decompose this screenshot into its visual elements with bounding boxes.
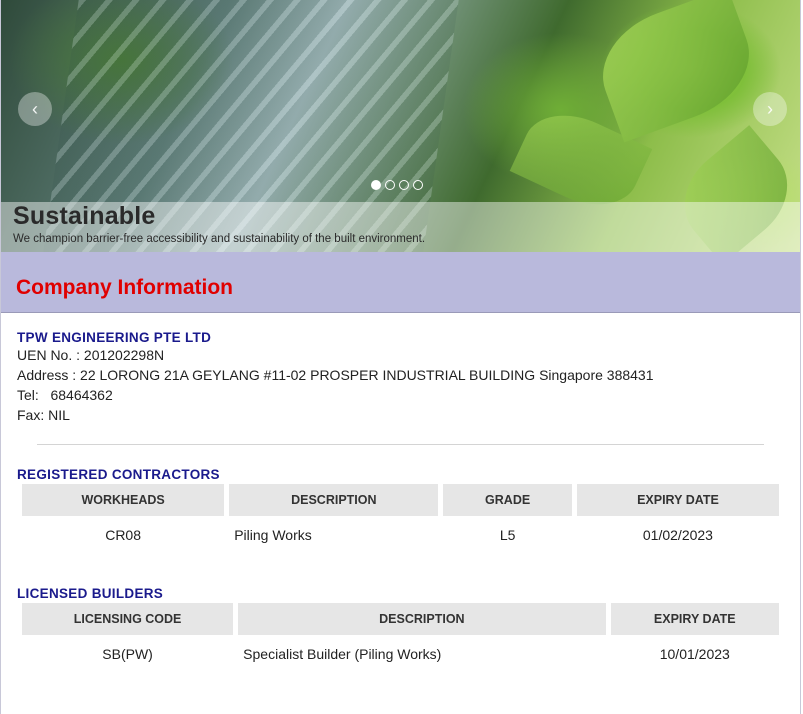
licensed-builders-heading: LICENSED BUILDERS [17, 586, 164, 601]
carousel-dot-4[interactable] [413, 180, 423, 190]
registered-contractors-heading: REGISTERED CONTRACTORS [17, 467, 220, 482]
table-header-row: WORKHEADS DESCRIPTION GRADE EXPIRY DATE [22, 484, 779, 516]
column-header: DESCRIPTION [238, 603, 606, 635]
main-content: TPW ENGINEERING PTE LTD UEN No. : 201202… [1, 330, 800, 673]
carousel-dots [371, 180, 423, 190]
table-header-row: LICENSING CODE DESCRIPTION EXPIRY DATE [22, 603, 779, 635]
column-header: GRADE [443, 484, 572, 516]
company-uen: UEN No. : 201202298N [17, 347, 165, 363]
table-cell: SB(PW) [102, 646, 153, 662]
section-header: Company Information [1, 252, 800, 313]
chevron-left-icon: ‹ [32, 98, 38, 119]
chevron-right-icon: › [767, 98, 773, 119]
hero-caption: Sustainable We champion barrier-free acc… [1, 202, 800, 252]
hero-banner: ‹ › Sustainable We champion barrier-free… [1, 0, 800, 252]
column-header: EXPIRY DATE [576, 484, 779, 516]
company-tel: Tel: 68464362 [17, 387, 113, 403]
carousel-next-button[interactable]: › [753, 92, 787, 126]
company-address: Address : 22 LORONG 21A GEYLANG #11-02 P… [17, 367, 654, 383]
company-details: TPW ENGINEERING PTE LTD UEN No. : 201202… [17, 330, 784, 425]
company-fax: Fax: NIL [17, 407, 70, 423]
table-row: SB(PW) Specialist Builder (Piling Works)… [22, 635, 779, 673]
hero-title: Sustainable [13, 202, 156, 230]
hero-subtitle: We champion barrier-free accessibility a… [13, 233, 426, 245]
page-title: Company Information [16, 276, 234, 299]
column-header: DESCRIPTION [229, 484, 439, 516]
carousel-dot-3[interactable] [399, 180, 409, 190]
column-header: WORKHEADS [22, 484, 225, 516]
table-cell: Specialist Builder (Piling Works) [243, 646, 442, 662]
carousel-prev-button[interactable]: ‹ [18, 92, 52, 126]
page: ‹ › Sustainable We champion barrier-free… [0, 0, 801, 714]
table-cell: 10/01/2023 [659, 646, 730, 662]
table-cell: L5 [499, 527, 516, 543]
hero-leaf-image [586, 0, 766, 143]
carousel-dot-2[interactable] [385, 180, 395, 190]
licensed-builders-table: LICENSING CODE DESCRIPTION EXPIRY DATE S… [17, 603, 784, 673]
column-header: EXPIRY DATE [610, 603, 779, 635]
table-row: CR08 Piling Works L5 01/02/2023 [22, 516, 779, 554]
column-header: LICENSING CODE [22, 603, 234, 635]
carousel-dot-1[interactable] [371, 180, 381, 190]
table-cell: CR08 [105, 527, 141, 543]
company-name: TPW ENGINEERING PTE LTD [17, 330, 212, 345]
divider [37, 444, 764, 445]
table-cell: 01/02/2023 [642, 527, 713, 543]
registered-contractors-table: WORKHEADS DESCRIPTION GRADE EXPIRY DATE … [17, 484, 784, 554]
table-cell: Piling Works [234, 527, 312, 543]
